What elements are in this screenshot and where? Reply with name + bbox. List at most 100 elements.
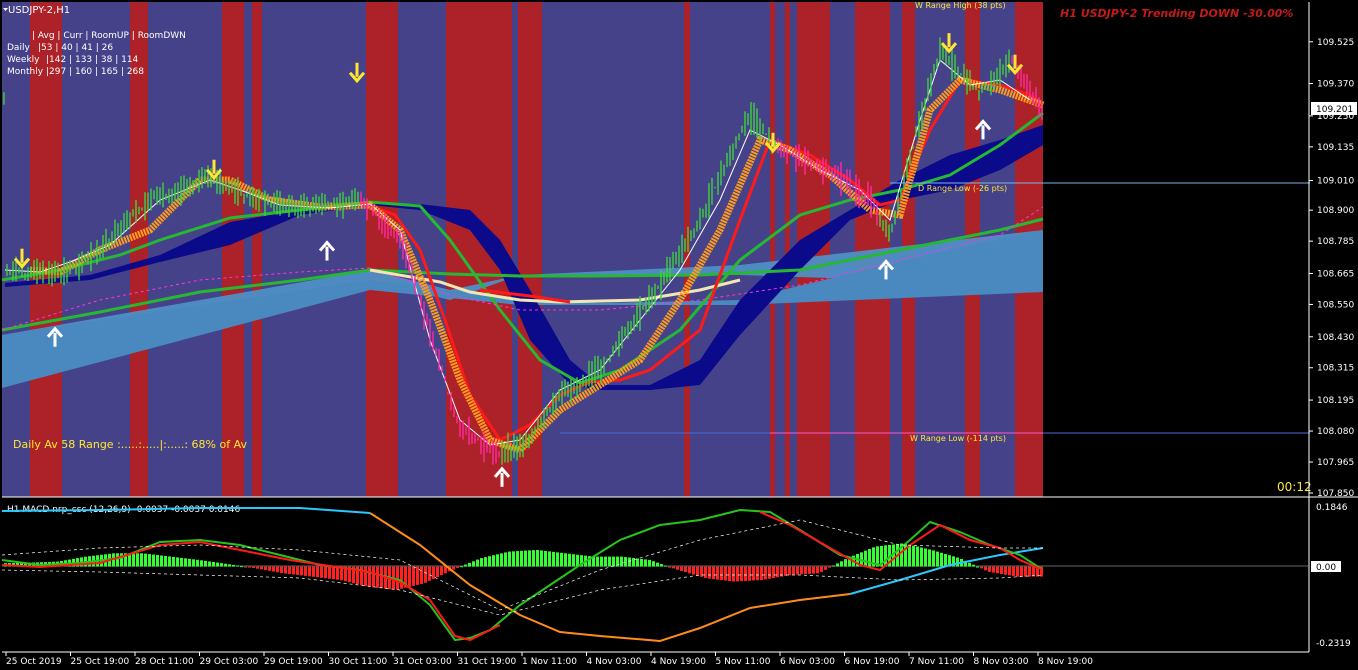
stats-weekly-values: |142 | 133 | 38 | 114 (46, 55, 139, 65)
macd-bar (200, 560, 203, 567)
macd-bar (144, 553, 147, 567)
x-tick-label: 4 Nov 03:00 (587, 657, 642, 667)
macd-bar (740, 566, 743, 582)
macd-bar (996, 566, 999, 574)
macd-bar (180, 557, 183, 567)
macd-bar (292, 566, 295, 575)
macd-bar (808, 566, 811, 574)
macd-bar (764, 566, 767, 580)
macd-bar (152, 554, 155, 567)
macd-bar (788, 566, 791, 576)
macd-bar (572, 554, 575, 567)
macd-bar (1028, 566, 1031, 577)
x-tick-label: 29 Oct 03:00 (200, 657, 259, 667)
y-tick-label: 109.010 (1317, 177, 1354, 187)
macd-bar (140, 553, 143, 567)
macd-bar (428, 566, 431, 581)
macd-bar (992, 566, 995, 573)
x-tick-label: 30 Oct 11:00 (329, 657, 388, 667)
macd-bar (204, 560, 207, 567)
macd-bar (988, 566, 991, 572)
macd-bar (812, 566, 815, 574)
macd-bar (516, 551, 519, 567)
x-tick-label: 8 Nov 03:00 (974, 657, 1029, 667)
x-tick-label: 6 Nov 19:00 (845, 657, 900, 667)
macd-bar (944, 553, 947, 567)
macd-bar (148, 554, 151, 567)
macd-bar (512, 551, 515, 567)
macd-tick-high: 0.1846 (1316, 503, 1348, 513)
macd-bar (640, 558, 643, 567)
macd-bar (288, 566, 291, 575)
macd-bar (724, 566, 727, 581)
macd-main-line (1, 508, 1044, 642)
macd-bar (656, 562, 659, 567)
stats-daily-values: |53 | 40 | 41 | 26 (38, 43, 113, 53)
y-tick-label: 109.370 (1317, 80, 1354, 90)
macd-bar (844, 559, 847, 567)
macd-bar (536, 549, 539, 567)
macd-bar (908, 544, 911, 567)
macd-bar (680, 566, 683, 571)
macd-bar (956, 557, 959, 567)
future-area (1043, 2, 1307, 497)
macd-bar (668, 566, 671, 568)
stats-weekly-label: Weekly (7, 55, 40, 65)
macd-bar (196, 559, 199, 567)
macd-bar (636, 558, 639, 567)
macd-bar (1004, 566, 1007, 575)
macd-bar (932, 550, 935, 567)
macd-bar (928, 549, 931, 567)
macd-bar (476, 559, 479, 567)
x-tick-label: 6 Nov 03:00 (780, 657, 835, 667)
macd-bar (172, 556, 175, 567)
stats-monthly-values: |297 | 160 | 165 | 268 (46, 67, 144, 77)
macd-bar (552, 551, 555, 567)
macd-bar (1016, 566, 1019, 577)
macd-bar (604, 556, 607, 567)
macd-bar (416, 566, 419, 585)
macd-bar (628, 557, 631, 567)
macd-bar (772, 566, 775, 579)
trend-banner: H1 USDJPY-2 Trending DOWN -30.00% (1060, 7, 1293, 20)
macd-bar (564, 553, 567, 567)
x-tick-label: 31 Oct 19:00 (458, 657, 517, 667)
macd-bar (968, 562, 971, 567)
macd-bar (684, 566, 687, 573)
macd-bar (296, 566, 299, 575)
x-tick-label: 8 Nov 19:00 (1038, 657, 1093, 667)
macd-bar (540, 550, 543, 567)
macd-bar (732, 566, 735, 582)
macd-bar (460, 566, 463, 568)
red-trend-band (770, 2, 775, 497)
macd-bar (868, 549, 871, 567)
macd-bar (596, 556, 599, 567)
macd-bar (508, 551, 511, 567)
macd-bar (804, 566, 807, 575)
macd-tick-low: -0.2319 (1316, 639, 1351, 649)
macd-bar (424, 566, 427, 583)
macd-bar (936, 551, 939, 567)
macd-bar (832, 565, 835, 567)
macd-bar (328, 566, 331, 579)
macd-bar (524, 550, 527, 567)
macd-bar (436, 566, 439, 578)
macd-bar (532, 550, 535, 567)
y-tick-label: 109.525 (1317, 38, 1354, 48)
macd-bar (484, 557, 487, 567)
y-tick-label: 108.430 (1317, 333, 1354, 343)
macd-bar (840, 561, 843, 567)
macd-bar (940, 552, 943, 567)
macd-bar (116, 553, 119, 567)
macd-bar (920, 547, 923, 567)
macd-bar (644, 559, 647, 567)
macd-bar (980, 566, 983, 569)
macd-bar (248, 566, 251, 568)
macd-bar (688, 566, 691, 574)
macd-bar (372, 566, 375, 588)
macd-bar (432, 566, 435, 579)
red-trend-band (785, 2, 790, 497)
macd-bar (160, 555, 163, 567)
macd-band-line (1, 569, 1044, 616)
macd-bar (232, 564, 235, 567)
